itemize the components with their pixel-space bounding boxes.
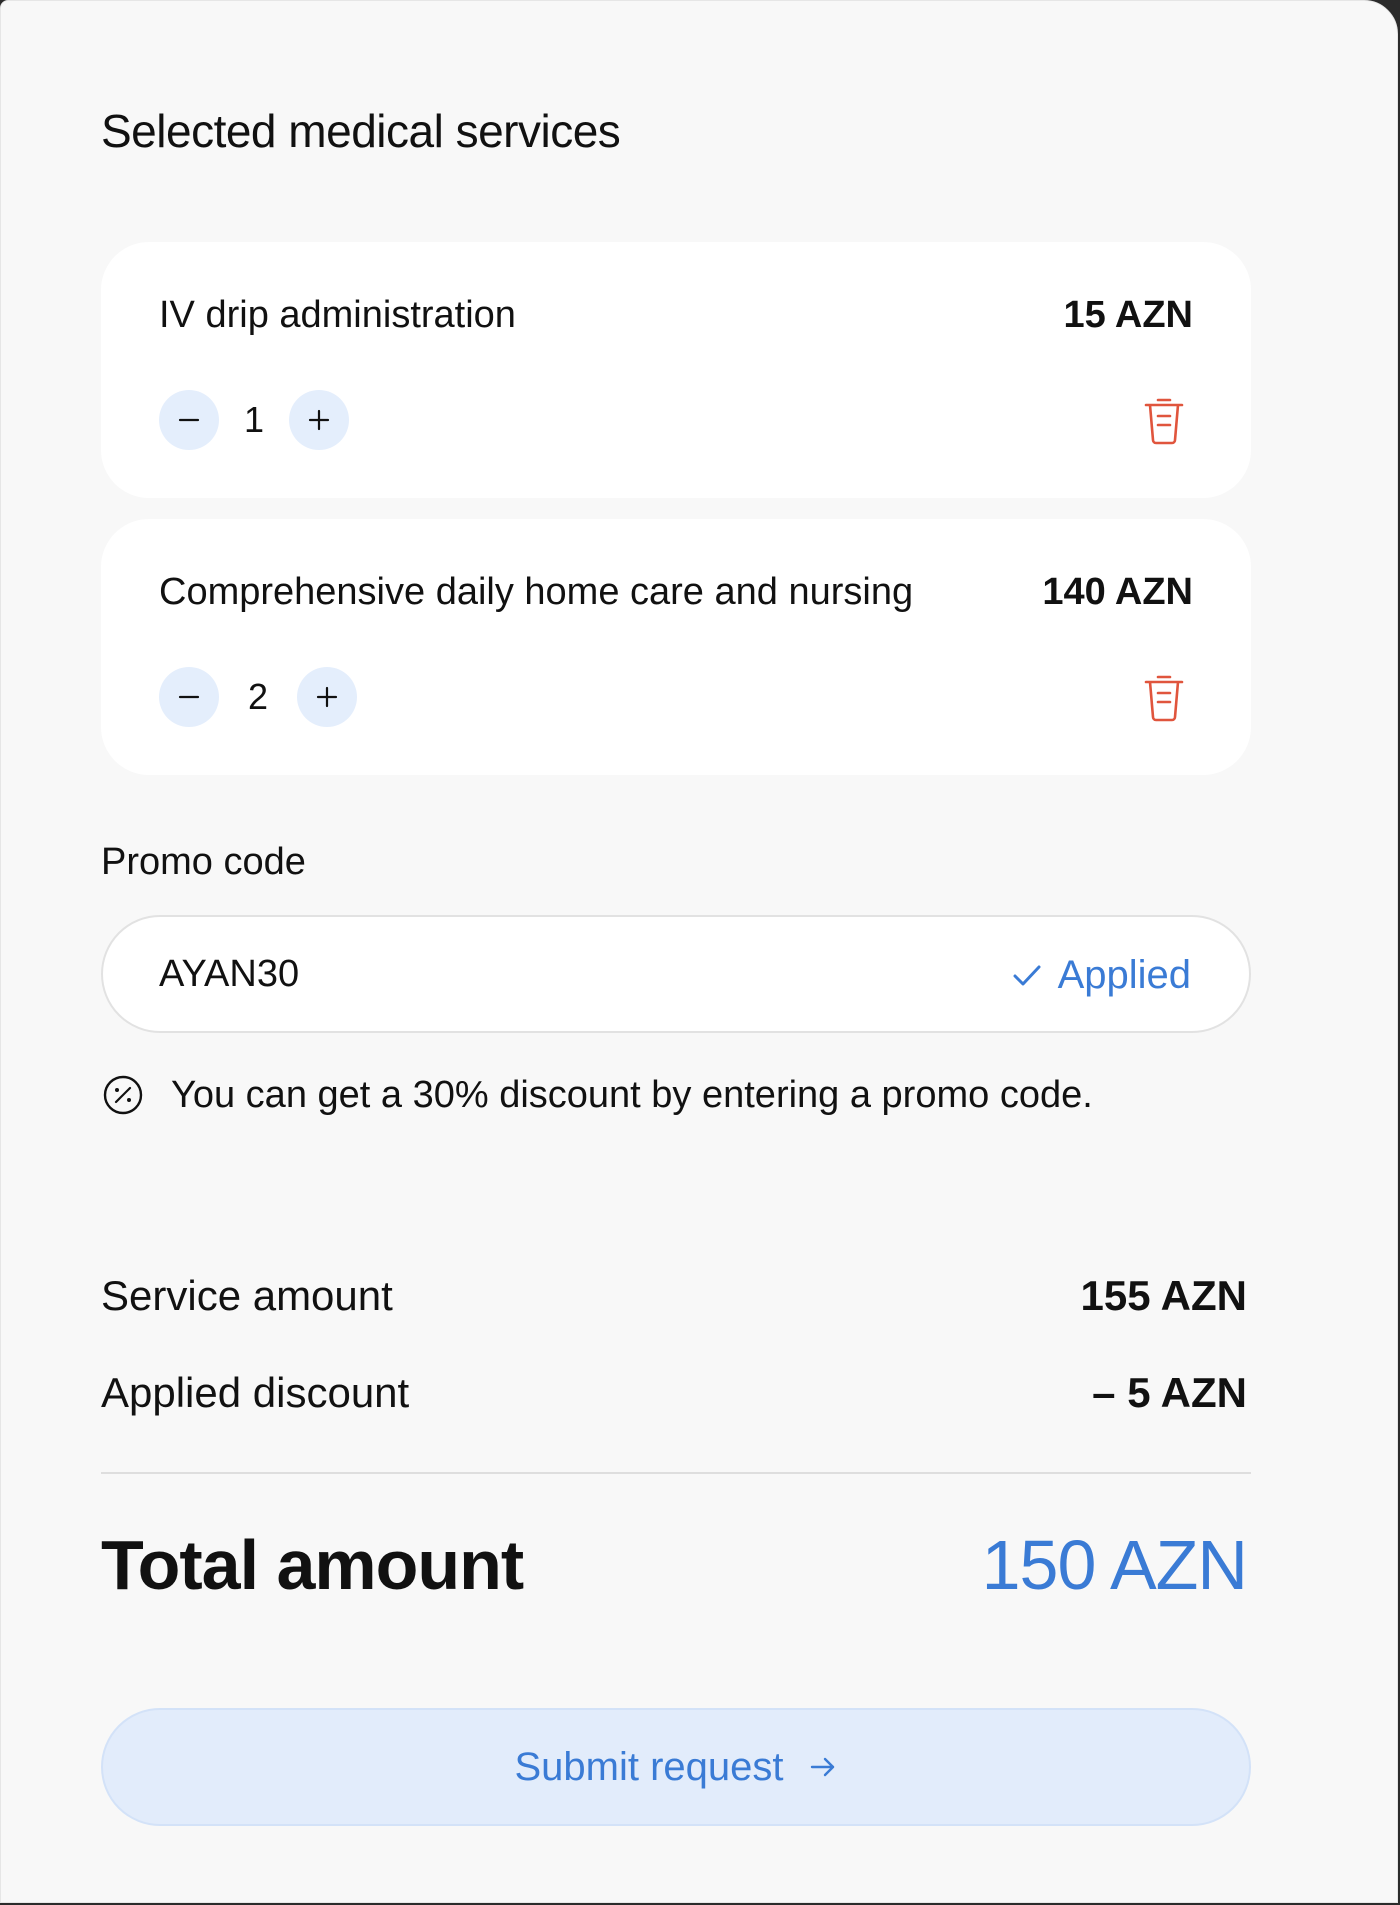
total-amount-value: 150 AZN bbox=[981, 1526, 1248, 1604]
page-title: Selected medical services bbox=[101, 105, 621, 157]
quantity-value: 1 bbox=[243, 399, 265, 440]
service-card: IV drip administration 15 AZN 1 bbox=[101, 242, 1251, 498]
service-amount-label: Service amount bbox=[101, 1272, 393, 1319]
arrow-right-icon bbox=[810, 1757, 834, 1777]
increase-quantity-button[interactable] bbox=[289, 390, 349, 450]
service-amount-value: 155 AZN bbox=[1080, 1272, 1247, 1319]
submit-request-label: Submit request bbox=[514, 1744, 784, 1789]
service-name: IV drip administration bbox=[159, 294, 516, 336]
service-price: 15 AZN bbox=[1063, 294, 1193, 336]
decrease-quantity-button[interactable] bbox=[159, 667, 219, 727]
service-name: Comprehensive daily home care and nursin… bbox=[159, 571, 914, 613]
trash-icon bbox=[1144, 398, 1184, 445]
submit-request-button[interactable]: Submit request bbox=[101, 1708, 1251, 1826]
promo-status-text: Applied bbox=[1057, 953, 1191, 997]
check-icon bbox=[1013, 965, 1041, 986]
percent-icon bbox=[103, 1075, 143, 1115]
minus-icon bbox=[178, 418, 200, 422]
delete-service-button[interactable] bbox=[1141, 671, 1187, 723]
promo-hint: You can get a 30% discount by entering a… bbox=[101, 1071, 1093, 1119]
promo-code-field: Applied bbox=[101, 915, 1251, 1033]
promo-applied-status: Applied bbox=[1010, 951, 1191, 999]
service-card: Comprehensive daily home care and nursin… bbox=[101, 519, 1251, 775]
divider bbox=[101, 1472, 1251, 1474]
trash-icon bbox=[1144, 675, 1184, 722]
decrease-quantity-button[interactable] bbox=[159, 390, 219, 450]
promo-hint-text: You can get a 30% discount by entering a… bbox=[171, 1074, 1093, 1116]
promo-code-input[interactable] bbox=[159, 949, 799, 999]
plus-icon bbox=[308, 409, 330, 431]
order-summary-panel: Selected medical services IV drip admini… bbox=[0, 0, 1398, 1903]
applied-discount-value: – 5 AZN bbox=[1092, 1369, 1247, 1416]
increase-quantity-button[interactable] bbox=[297, 667, 357, 727]
plus-icon bbox=[316, 686, 338, 708]
total-amount-label: Total amount bbox=[101, 1526, 524, 1604]
applied-discount-label: Applied discount bbox=[101, 1369, 410, 1416]
minus-icon bbox=[178, 695, 200, 699]
promo-code-label: Promo code bbox=[101, 841, 306, 883]
quantity-value: 2 bbox=[247, 676, 269, 717]
service-price: 140 AZN bbox=[1042, 571, 1193, 613]
delete-service-button[interactable] bbox=[1141, 394, 1187, 446]
